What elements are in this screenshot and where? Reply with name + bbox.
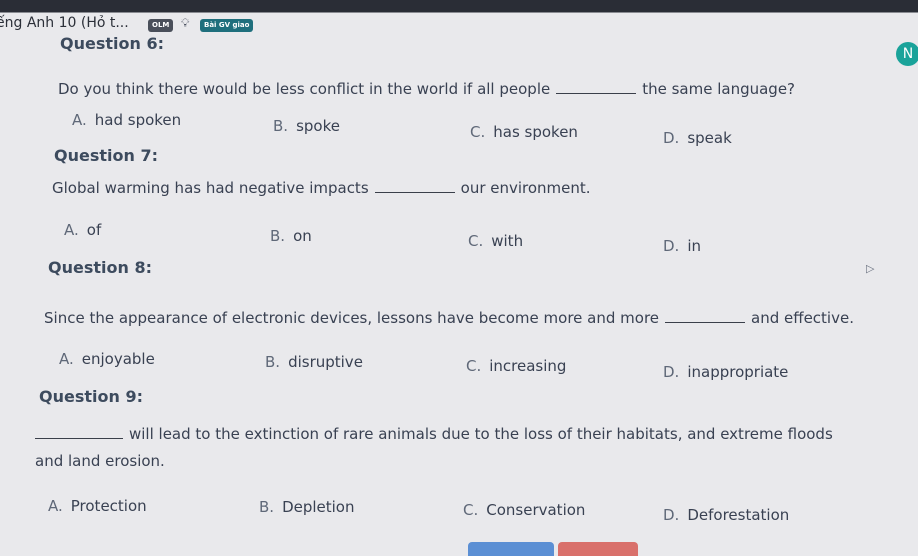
option-letter: B. bbox=[265, 353, 281, 371]
question-text-line2: and land erosion. bbox=[35, 452, 165, 470]
option-text: with bbox=[491, 232, 524, 250]
option-text: disruptive bbox=[288, 353, 363, 371]
lightbulb-icon[interactable]: 💡︎ bbox=[181, 16, 189, 31]
assigned-by-teacher-chip: Bài GV giao bbox=[200, 19, 254, 32]
answer-option[interactable]: A. of bbox=[64, 221, 101, 239]
option-text: increasing bbox=[489, 357, 567, 375]
option-text: Protection bbox=[70, 497, 147, 515]
answer-option[interactable]: D. Deforestation bbox=[663, 506, 789, 524]
question-text: Global warming has had negative impacts o… bbox=[52, 179, 591, 197]
olm-chip: OLM bbox=[148, 19, 174, 32]
answer-option[interactable]: A. Protection bbox=[48, 497, 147, 515]
option-letter: D. bbox=[663, 237, 680, 255]
answer-option[interactable]: A. had spoken bbox=[72, 111, 181, 129]
option-letter: A. bbox=[59, 350, 74, 368]
option-text: has spoken bbox=[493, 123, 578, 141]
option-text: speak bbox=[687, 129, 732, 147]
option-letter: A. bbox=[64, 221, 79, 239]
option-text: on bbox=[293, 227, 312, 245]
answer-option[interactable]: B. on bbox=[270, 227, 312, 245]
window-top-bar bbox=[0, 0, 918, 30]
question-text: will lead to the extinction of rare anim… bbox=[35, 425, 833, 443]
option-text: enjoyable bbox=[81, 350, 155, 368]
secondary-action-button[interactable] bbox=[558, 542, 638, 556]
option-letter: B. bbox=[270, 227, 286, 245]
question-text: Do you think there would be less conflic… bbox=[58, 80, 795, 98]
answer-option[interactable]: B. spoke bbox=[273, 117, 340, 135]
option-letter: B. bbox=[259, 498, 275, 516]
option-letter: B. bbox=[273, 117, 289, 135]
question-heading: Question 7: bbox=[54, 146, 158, 165]
option-text: Deforestation bbox=[687, 506, 790, 524]
answer-option[interactable]: C. Conservation bbox=[463, 501, 585, 519]
answer-option[interactable]: C. increasing bbox=[466, 357, 566, 375]
answer-option[interactable]: C. with bbox=[468, 232, 523, 250]
option-letter: D. bbox=[663, 363, 680, 381]
question-text-after: will lead to the extinction of rare anim… bbox=[129, 425, 833, 443]
option-letter: C. bbox=[470, 123, 486, 141]
option-letter: C. bbox=[466, 357, 482, 375]
option-text: Conservation bbox=[486, 501, 586, 519]
option-letter: D. bbox=[663, 506, 680, 524]
answer-blank bbox=[374, 192, 455, 193]
option-text: inappropriate bbox=[687, 363, 789, 381]
primary-action-button[interactable] bbox=[468, 542, 554, 556]
question-text-after: the same language? bbox=[642, 80, 796, 98]
question-heading: Question 8: bbox=[48, 258, 152, 277]
option-letter: C. bbox=[463, 501, 479, 519]
option-text: spoke bbox=[296, 117, 340, 135]
option-letter: A. bbox=[72, 111, 87, 129]
answer-blank bbox=[665, 322, 746, 323]
option-letter: D. bbox=[663, 129, 680, 147]
question-text-before: Global warming has had negative impacts bbox=[52, 179, 369, 197]
option-text: of bbox=[86, 221, 102, 239]
question-text-before: Do you think there would be less conflic… bbox=[58, 80, 551, 98]
answer-option[interactable]: B. Depletion bbox=[259, 498, 355, 516]
answer-blank bbox=[35, 438, 123, 439]
option-text: had spoken bbox=[94, 111, 182, 129]
question-heading: Question 9: bbox=[39, 387, 143, 406]
option-letter: C. bbox=[468, 232, 484, 250]
answer-option[interactable]: D. speak bbox=[663, 129, 732, 147]
tab-title[interactable]: ếng Anh 10 (Hỏ t... bbox=[0, 15, 129, 31]
answer-blank bbox=[556, 93, 637, 94]
question-heading: Question 6: bbox=[60, 34, 164, 53]
option-letter: A. bbox=[48, 497, 63, 515]
answer-option[interactable]: D. in bbox=[663, 237, 701, 255]
mouse-cursor-icon: ▷ bbox=[866, 262, 875, 275]
question-text-after: our environment. bbox=[460, 179, 591, 197]
avatar[interactable]: N bbox=[896, 42, 918, 66]
question-text-after: and effective. bbox=[751, 309, 854, 327]
question-text: Since the appearance of electronic devic… bbox=[44, 309, 854, 327]
question-text-before: Since the appearance of electronic devic… bbox=[44, 309, 660, 327]
answer-option[interactable]: A. enjoyable bbox=[59, 350, 155, 368]
answer-option[interactable]: B. disruptive bbox=[265, 353, 363, 371]
option-text: in bbox=[687, 237, 702, 255]
answer-option[interactable]: C. has spoken bbox=[470, 123, 578, 141]
option-text: Depletion bbox=[282, 498, 355, 516]
answer-option[interactable]: D. inappropriate bbox=[663, 363, 788, 381]
